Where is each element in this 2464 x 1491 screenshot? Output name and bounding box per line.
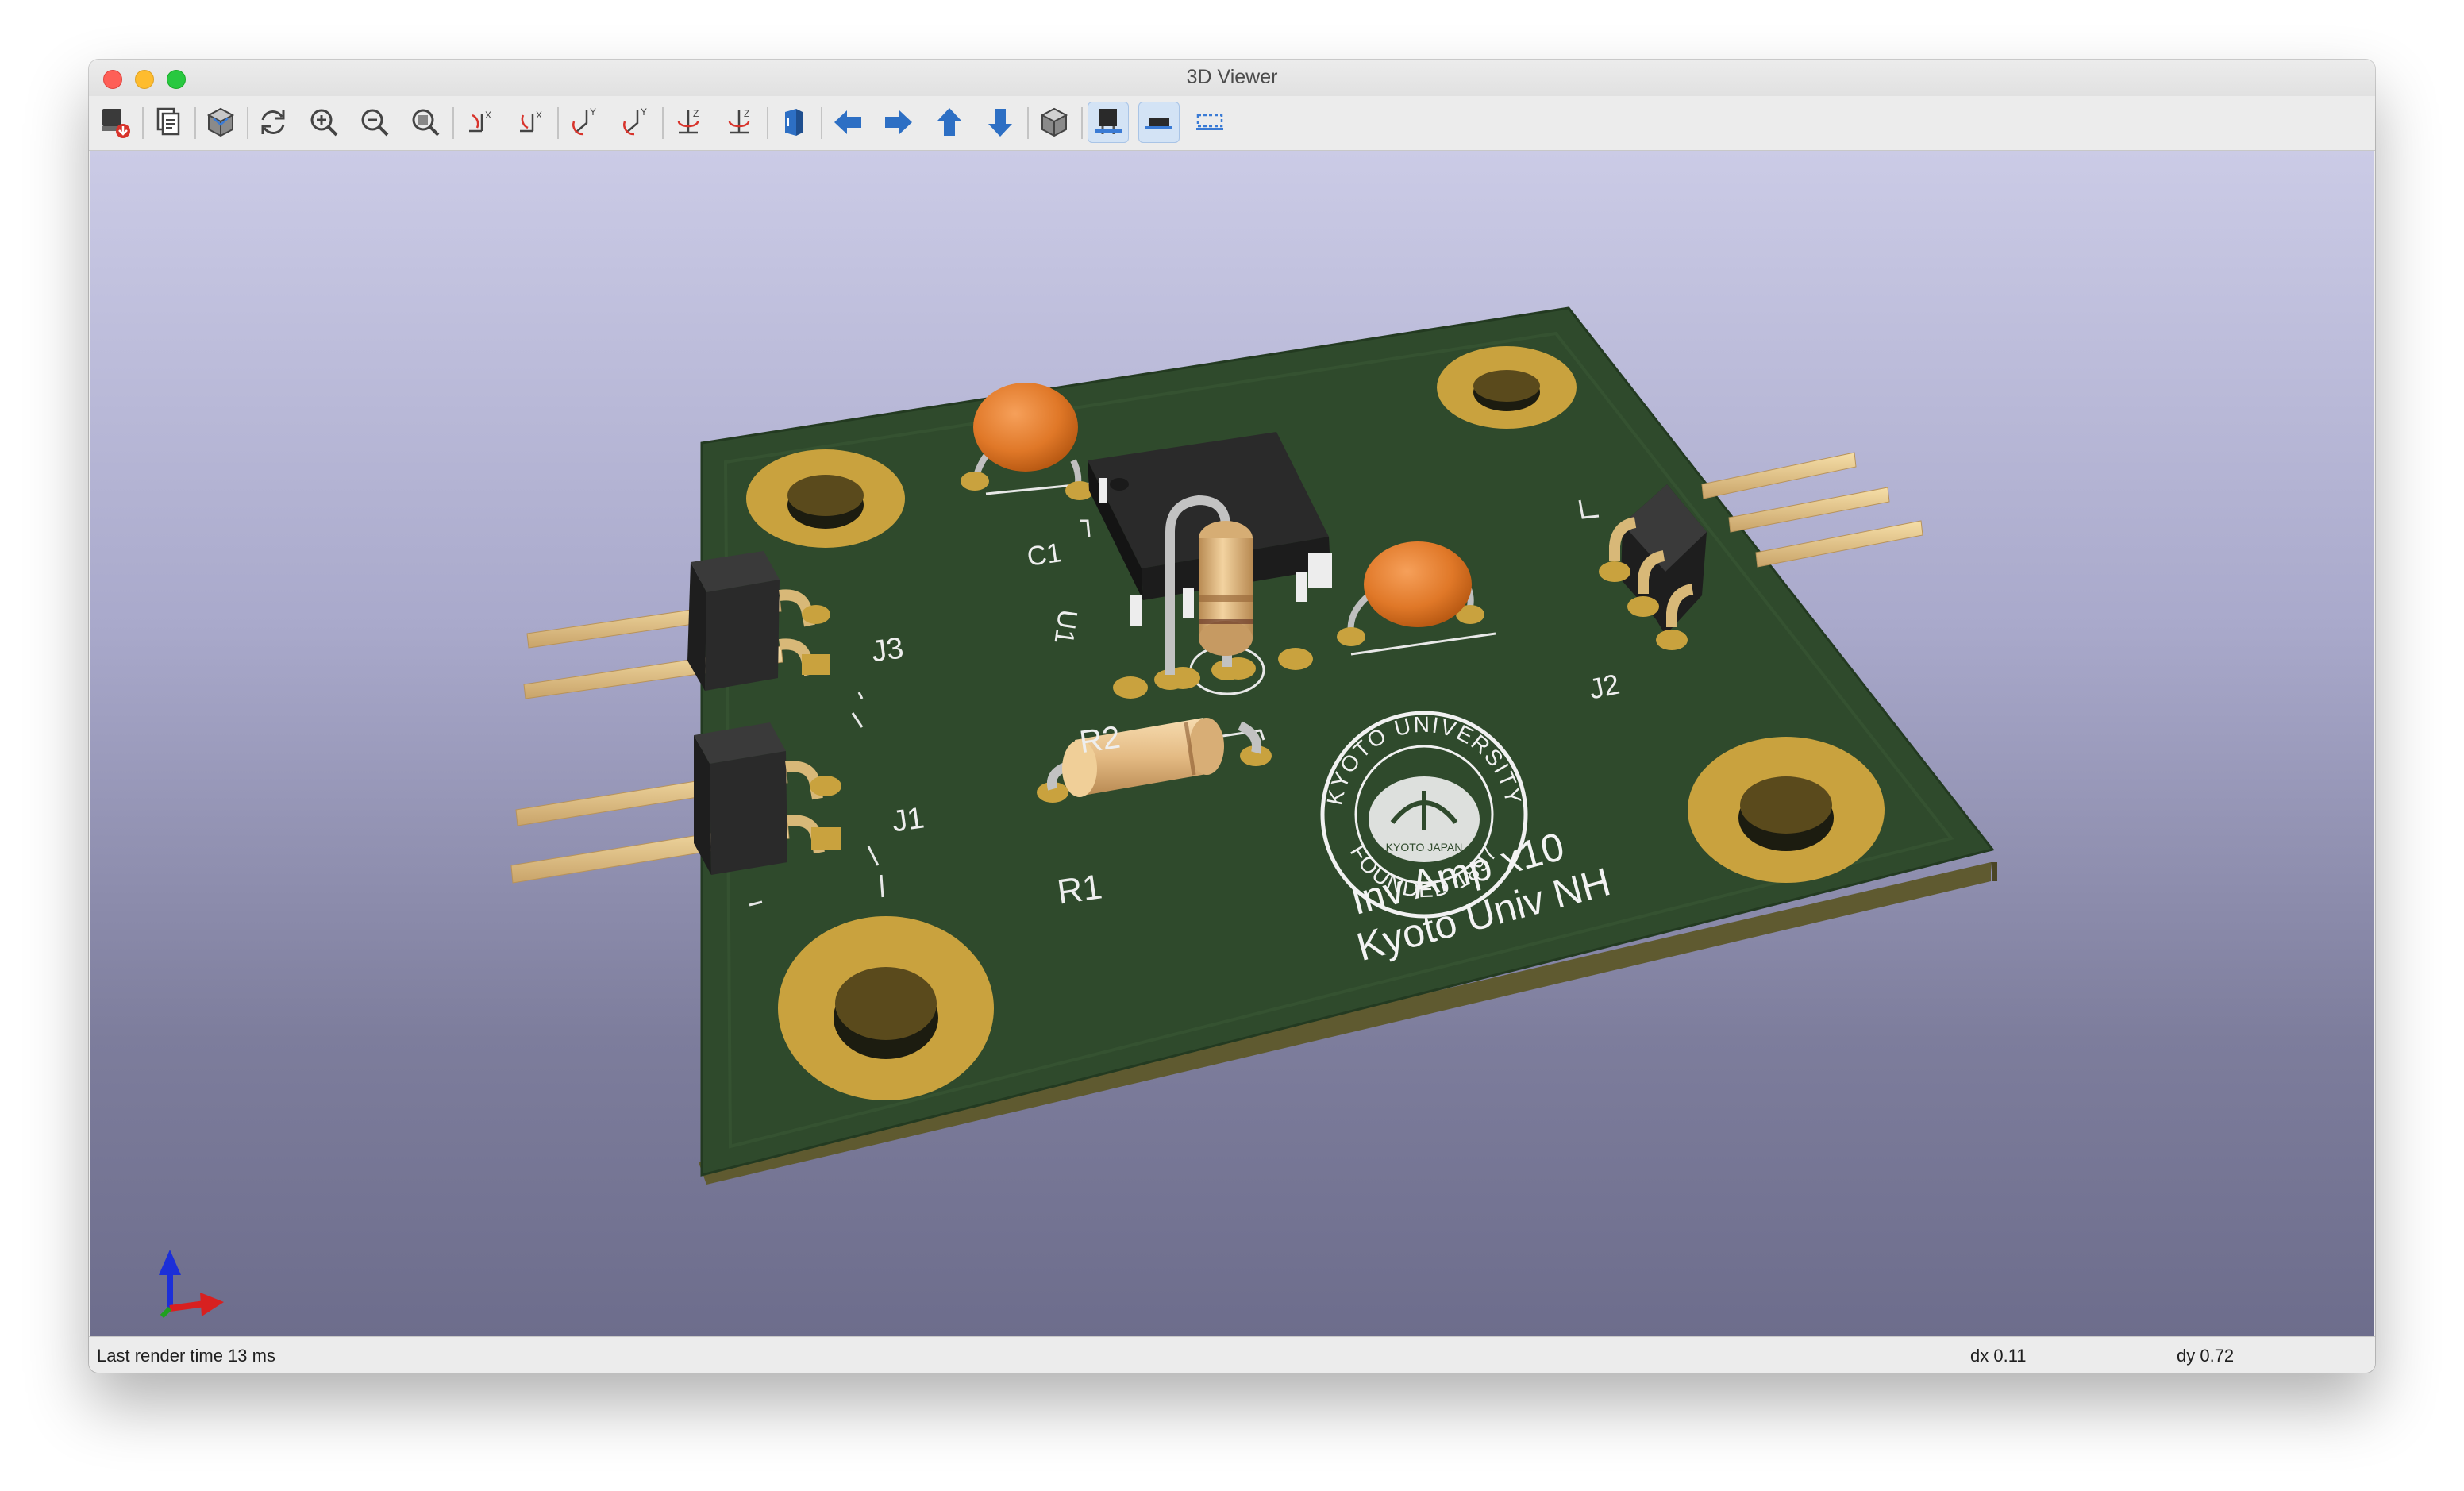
orthographic-button[interactable] (1034, 102, 1075, 143)
pan-down-button[interactable] (980, 102, 1021, 143)
rotate-y-ccw-icon: Y (623, 106, 647, 136)
copy-clipboard-icon (156, 107, 180, 136)
export-image-icon (102, 109, 130, 138)
zoom-fit-icon (412, 109, 440, 137)
ref-u1: U1 (1048, 607, 1084, 646)
reload-icon (261, 110, 285, 134)
ref-c1: C1 (1025, 537, 1064, 572)
show-virtual-button[interactable] (1189, 102, 1230, 143)
3d-viewport[interactable]: KYOTO UNIVERSITY FOUNDED 1897 KYOTO JAPA… (90, 151, 2374, 1336)
render-time-text: Last render time 13 ms (97, 1346, 275, 1366)
svg-text:X: X (536, 110, 542, 121)
orthographic-icon (1040, 107, 1068, 137)
pan-right-icon (885, 110, 912, 134)
viewer-window: 3D Viewer X X Y Y Z Z KYOTO UNIVERSITY F… (89, 60, 2375, 1373)
reload-button[interactable] (252, 102, 294, 143)
mounting-hole (1688, 737, 1885, 883)
rotate-x-cw-icon: X (469, 110, 491, 133)
zoom-out-button[interactable] (354, 102, 395, 143)
mounting-hole (1437, 346, 1577, 429)
show-through-hole-button[interactable] (1088, 102, 1129, 143)
dx-readout: dx 0.11 (1970, 1346, 2027, 1366)
rotate-x-cw-button[interactable]: X (459, 102, 500, 143)
svg-text:Z: Z (744, 108, 749, 119)
rotate-y-cw-icon: Y (572, 106, 596, 136)
copy-clipboard-button[interactable] (148, 102, 189, 143)
axis-gizmo-icon (159, 1250, 224, 1319)
raytrace-render-icon (206, 107, 235, 137)
svg-text:Y: Y (590, 106, 596, 118)
rotate-z-cw-icon: Z (677, 108, 699, 134)
ref-j3: J3 (869, 631, 906, 669)
status-bar: Last render time 13 ms dx 0.11 dy 0.72 (89, 1336, 2375, 1373)
zoom-fit-button[interactable] (405, 102, 446, 143)
ref-r1: R1 (1054, 867, 1105, 912)
title-bar: 3D Viewer (89, 60, 2375, 96)
svg-text:X: X (485, 110, 491, 121)
raytrace-render-button[interactable] (200, 102, 241, 143)
rotate-z-ccw-button[interactable]: Z (719, 102, 760, 143)
pan-left-icon (834, 110, 861, 134)
rotate-y-ccw-button[interactable]: Y (614, 102, 656, 143)
pan-up-button[interactable] (929, 102, 970, 143)
pan-left-button[interactable] (827, 102, 868, 143)
dy-readout: dy 0.72 (2177, 1346, 2235, 1366)
mounting-hole (746, 449, 905, 548)
pan-up-icon (937, 108, 961, 136)
pan-down-icon (988, 109, 1012, 137)
rotate-x-ccw-button[interactable]: X (510, 102, 551, 143)
export-image-button[interactable] (95, 102, 137, 143)
svg-text:Y: Y (641, 106, 647, 118)
rotate-y-cw-button[interactable]: Y (564, 102, 605, 143)
mounting-hole (778, 916, 994, 1100)
rotate-z-cw-button[interactable]: Z (668, 102, 710, 143)
ref-j1: J1 (890, 801, 926, 839)
zoom-in-button[interactable] (303, 102, 345, 143)
show-through-hole-icon (1095, 109, 1122, 134)
svg-text:Z: Z (693, 108, 699, 119)
zoom-in-icon (310, 109, 338, 137)
rotate-x-ccw-icon: X (520, 110, 542, 133)
zoom-out-icon (361, 109, 389, 137)
show-smd-icon (1145, 118, 1172, 129)
show-smd-button[interactable] (1138, 102, 1180, 143)
toolbar: X X Y Y Z Z (89, 96, 2375, 151)
show-virtual-icon (1196, 114, 1223, 130)
window-title: 3D Viewer (1186, 66, 1278, 88)
flip-board-button[interactable] (773, 102, 814, 143)
flip-board-icon (785, 109, 803, 136)
pcb-scene[interactable]: KYOTO UNIVERSITY FOUNDED 1897 KYOTO JAPA… (90, 151, 2374, 1336)
rotate-z-ccw-icon: Z (728, 108, 749, 134)
pan-right-button[interactable] (878, 102, 919, 143)
ref-r2: R2 (1077, 719, 1122, 761)
